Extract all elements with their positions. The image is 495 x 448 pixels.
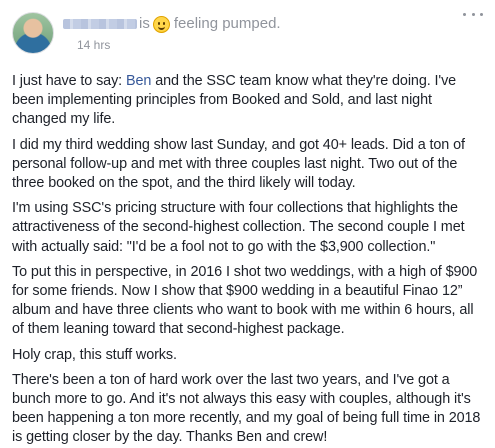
smiling-face-icon [152, 15, 170, 33]
status-line: is feeling pumped. [63, 15, 483, 33]
post-header: is feeling pumped. 14 hrs [12, 10, 483, 62]
feed-post: is feeling pumped. 14 hrs I just have to… [0, 0, 495, 445]
post-paragraph-6: There's been a ton of hard work over the… [12, 371, 481, 446]
post-paragraph-4: To put this in perspective, in 2016 I sh… [12, 263, 478, 338]
post-body: I just have to say: Ben and the SSC team… [12, 72, 483, 448]
post-meta: is feeling pumped. 14 hrs [63, 10, 483, 52]
status-verb: is [139, 15, 150, 32]
post-paragraph-1: I just have to say: Ben and the SSC team… [12, 72, 483, 130]
feeling-text[interactable]: feeling pumped. [174, 15, 281, 33]
avatar[interactable] [12, 12, 54, 54]
post-timestamp[interactable]: 14 hrs [77, 38, 483, 52]
author-name[interactable] [63, 19, 137, 29]
post-paragraph-2: I did my third wedding show last Sunday,… [12, 136, 465, 192]
post-paragraph-5: Holy crap, this stuff works. [12, 346, 177, 363]
paragraph-text: I just have to say: [12, 73, 126, 89]
mention-link-ben[interactable]: Ben [126, 73, 151, 89]
post-paragraph-3: I'm using SSC's pricing structure with f… [12, 200, 465, 255]
ellipsis-icon[interactable] [463, 8, 483, 20]
